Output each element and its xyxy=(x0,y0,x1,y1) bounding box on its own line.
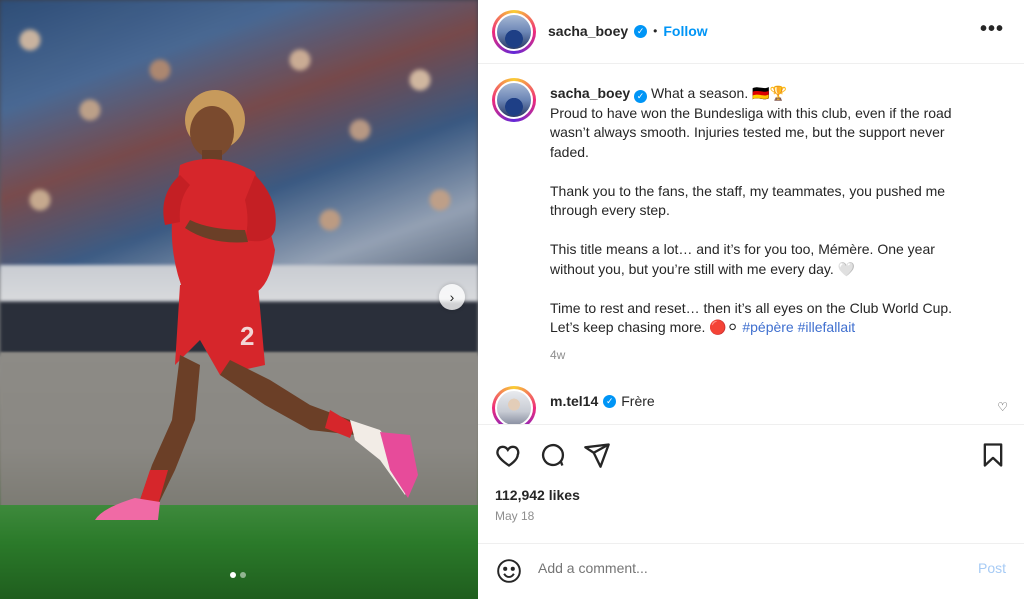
likes-count[interactable]: 112,942 likes xyxy=(495,487,580,503)
header-separator: • xyxy=(653,24,658,38)
commenter-username[interactable]: m.tel14 xyxy=(550,393,598,409)
caption-paragraph-1: Proud to have won the Bundesliga with th… xyxy=(550,104,952,160)
carousel-dot-1 xyxy=(230,572,236,578)
comment-bubble-icon[interactable] xyxy=(539,441,567,469)
commenter-avatar[interactable] xyxy=(492,386,536,424)
post-details-panel: sacha_boey ✓ • Follow ••• sacha_boey ✓ W… xyxy=(478,0,1024,599)
comment-item: m.tel14 ✓ Frère xyxy=(550,393,655,409)
share-paper-plane-icon[interactable] xyxy=(583,441,611,469)
caption-avatar[interactable] xyxy=(492,78,536,122)
comment-like-icon[interactable]: ♡ xyxy=(997,400,1008,414)
like-heart-icon[interactable] xyxy=(495,441,523,469)
caption-paragraph-3: This title means a lot… and it’s for you… xyxy=(550,241,935,277)
caption: sacha_boey ✓ What a season. 🇩🇪🏆 Proud to… xyxy=(550,84,980,365)
add-comment-bar: Post xyxy=(478,543,1024,599)
chevron-right-icon: › xyxy=(449,289,455,305)
post-header: sacha_boey ✓ • Follow ••• xyxy=(478,0,1024,64)
carousel-next-button[interactable]: › xyxy=(439,284,465,310)
comment-input[interactable] xyxy=(538,560,938,576)
caption-headline: What a season. 🇩🇪🏆 xyxy=(650,85,787,101)
post-media[interactable]: 2 › xyxy=(0,0,478,599)
post-comment-button[interactable]: Post xyxy=(978,560,1006,576)
caption-hashtags[interactable]: #pépère #illefallait xyxy=(742,319,855,335)
post-actions: 112,942 likes May 18 xyxy=(478,424,1024,544)
more-options-button[interactable]: ••• xyxy=(980,18,1004,41)
author-avatar[interactable] xyxy=(492,10,536,54)
follow-button[interactable]: Follow xyxy=(663,23,707,39)
caption-time-ago[interactable]: 4w xyxy=(550,346,980,366)
svg-text:2: 2 xyxy=(240,321,254,351)
comment-text: Frère xyxy=(621,393,655,409)
caption-paragraph-2: Thank you to the fans, the staff, my tea… xyxy=(550,182,946,219)
emoji-smiley-icon[interactable] xyxy=(496,558,522,584)
player-photo: 2 xyxy=(95,90,418,520)
verified-badge-icon: ✓ xyxy=(634,24,648,38)
author-username[interactable]: sacha_boey xyxy=(548,23,628,39)
carousel-dot-2 xyxy=(240,572,246,578)
more-horizontal-icon: ••• xyxy=(979,18,1004,40)
save-bookmark-icon[interactable] xyxy=(979,441,1007,469)
comments-section: sacha_boey ✓ What a season. 🇩🇪🏆 Proud to… xyxy=(478,64,1024,424)
carousel-dots xyxy=(230,572,246,578)
caption-username[interactable]: sacha_boey xyxy=(550,85,630,101)
post-date[interactable]: May 18 xyxy=(495,509,534,523)
verified-badge-icon: ✓ xyxy=(603,394,617,408)
verified-badge-icon: ✓ xyxy=(634,90,648,104)
